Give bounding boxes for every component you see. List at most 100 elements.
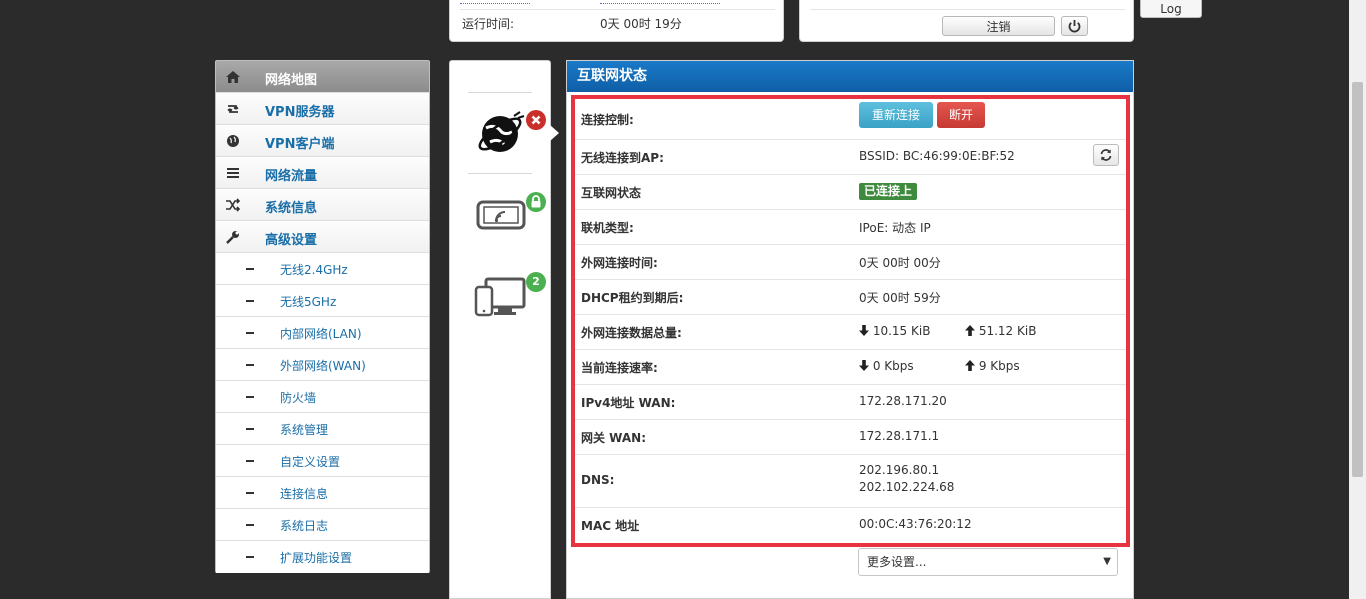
arrow-up-icon xyxy=(965,360,975,371)
logout-button[interactable]: 注销 xyxy=(942,16,1055,36)
table-row: 无线连接到AP: BSSID: BC:46:99:0E:BF:52 xyxy=(575,139,1126,175)
divider xyxy=(468,173,532,174)
sidebar-subitem-custom[interactable]: 自定义设置 xyxy=(216,445,429,477)
reboot-button[interactable] xyxy=(1061,16,1088,36)
table-row: 连接控制: 重新连接 断开 xyxy=(575,99,1126,140)
connection-type-value: IPoE: 动态 IP xyxy=(859,221,931,235)
table-row: 当前连接速率: 0 Kbps 9 Kbps xyxy=(575,349,1126,385)
dns-label: DNS: xyxy=(581,473,615,487)
close-icon xyxy=(531,115,541,125)
total-upload: 51.12 KiB xyxy=(965,324,1036,338)
total-upload-value: 51.12 KiB xyxy=(978,324,1037,338)
table-row: 互联网状态 已连接上 xyxy=(575,174,1126,210)
selection-arrow xyxy=(550,125,559,141)
shuffle-icon xyxy=(226,198,241,212)
dash-icon xyxy=(246,460,254,462)
page-scrollbar[interactable] xyxy=(1349,0,1366,599)
dns-primary: 202.196.80.1 xyxy=(859,463,940,477)
table-row: DHCP租约到期后: 0天 00时 59分 xyxy=(575,279,1126,315)
retweet-icon xyxy=(227,105,239,113)
sidebar-item-network-map[interactable]: 网络地图 xyxy=(216,61,429,93)
table-row: MAC 地址 00:0C:43:76:20:12 xyxy=(575,507,1126,543)
table-row: 外网连接时间: 0天 00时 00分 xyxy=(575,244,1126,280)
sidebar-item-advanced[interactable]: 高级设置 xyxy=(216,221,429,253)
sidebar-subitem-firewall[interactable]: 防火墙 xyxy=(216,381,429,413)
dash-icon xyxy=(246,300,254,302)
refresh-button[interactable] xyxy=(1093,144,1119,166)
client-devices-icon[interactable] xyxy=(474,277,526,317)
mac-label: MAC 地址 xyxy=(581,519,640,533)
sidebar-item-label: 网络流量 xyxy=(265,169,318,184)
sidebar-item-traffic[interactable]: 网络流量 xyxy=(216,157,429,189)
ipv4-label: IPv4地址 WAN: xyxy=(581,396,676,410)
sidebar-subitem-label: 扩展功能设置 xyxy=(280,551,353,565)
internet-globe-icon[interactable] xyxy=(474,108,526,160)
disconnect-button[interactable]: 断开 xyxy=(937,102,985,128)
table-row: IPv4地址 WAN: 172.28.171.20 xyxy=(575,384,1126,420)
sidebar-subitem-label: 外部网络(WAN) xyxy=(280,359,366,373)
wan-time-value: 0天 00时 00分 xyxy=(859,256,941,270)
dhcp-lease-value: 0天 00时 59分 xyxy=(859,291,941,305)
sidebar-subitem-wan[interactable]: 外部网络(WAN) xyxy=(216,349,429,381)
truncated-link xyxy=(460,1,530,4)
sidebar-item-label: 网络地图 xyxy=(265,73,318,88)
truncated-link xyxy=(600,1,720,4)
sidebar-subitem-syslog[interactable]: 系统日志 xyxy=(216,509,429,541)
sidebar-subitem-label: 内部网络(LAN) xyxy=(280,327,362,341)
sidebar-subitem-connections[interactable]: 连接信息 xyxy=(216,477,429,509)
sidebar-subitem-label: 防火墙 xyxy=(280,391,317,405)
total-data-label: 外网连接数据总量: xyxy=(581,326,682,340)
mac-value: 00:0C:43:76:20:12 xyxy=(859,517,972,531)
sidebar-subitem-wireless-24[interactable]: 无线2.4GHz xyxy=(216,253,429,285)
scrollbar-thumb[interactable] xyxy=(1352,82,1363,477)
divider xyxy=(810,9,1125,10)
sidebar-subitem-admin[interactable]: 系统管理 xyxy=(216,413,429,445)
sidebar-subitem-lan[interactable]: 内部网络(LAN) xyxy=(216,317,429,349)
dash-icon xyxy=(246,396,254,398)
rate-upload: 9 Kbps xyxy=(965,359,1020,373)
table-row: 外网连接数据总量: 10.15 KiB 51.12 KiB xyxy=(575,314,1126,350)
ap-label: 无线连接到AP: xyxy=(581,151,664,165)
dash-icon xyxy=(246,332,254,334)
log-button[interactable]: Log xyxy=(1140,0,1202,18)
status-badge: 已连接上 xyxy=(859,183,918,200)
ipv4-value: 172.28.171.20 xyxy=(859,394,947,408)
arrow-down-icon xyxy=(859,360,869,371)
lock-icon xyxy=(531,195,541,208)
uptime-value: 0天 00时 19分 xyxy=(600,17,682,31)
sidebar-item-vpn-server[interactable]: VPN服务器 xyxy=(216,93,429,125)
sidebar-subitem-extensions[interactable]: 扩展功能设置 xyxy=(216,541,429,573)
more-settings-select[interactable]: 更多设置... ▼ xyxy=(858,548,1118,576)
sidebar-subitem-wireless-5[interactable]: 无线5GHz xyxy=(216,285,429,317)
total-download-value: 10.15 KiB xyxy=(872,324,931,338)
sidebar-item-system-info[interactable]: 系统信息 xyxy=(216,189,429,221)
power-icon xyxy=(1068,20,1081,33)
rate-download-value: 0 Kbps xyxy=(872,359,914,373)
client-count-badge: 2 xyxy=(526,272,546,292)
sidebar-subitem-label: 无线2.4GHz xyxy=(280,263,348,277)
rate-label: 当前连接速率: xyxy=(581,361,658,375)
gateway-value: 172.28.171.1 xyxy=(859,429,940,443)
dash-icon xyxy=(246,492,254,494)
globe-icon xyxy=(227,135,239,147)
wireless-router-icon[interactable] xyxy=(476,199,526,231)
list-icon xyxy=(227,168,239,178)
divider xyxy=(468,92,532,93)
reconnect-button[interactable]: 重新连接 xyxy=(859,102,933,128)
arrow-up-icon xyxy=(965,325,975,336)
sidebar-item-label: VPN客户端 xyxy=(265,137,335,152)
dash-icon xyxy=(246,556,254,558)
rate-upload-value: 9 Kbps xyxy=(978,359,1020,373)
wan-time-label: 外网连接时间: xyxy=(581,256,658,270)
sidebar-subitem-label: 自定义设置 xyxy=(280,455,341,469)
panel-title: 互联网状态 xyxy=(567,61,1133,92)
table-row: 网关 WAN: 172.28.171.1 xyxy=(575,419,1126,455)
connection-type-label: 联机类型: xyxy=(581,221,634,235)
sidebar-subitem-label: 系统管理 xyxy=(280,423,329,437)
sidebar-item-vpn-client[interactable]: VPN客户端 xyxy=(216,125,429,157)
sidebar-item-label: 系统信息 xyxy=(265,201,318,216)
sidebar-menu: 网络地图 VPN服务器 VPN客户端 网络流量 系统信息 高级设置 无线2.4G… xyxy=(215,60,430,573)
table-row: 联机类型: IPoE: 动态 IP xyxy=(575,209,1126,245)
dhcp-lease-label: DHCP租约到期后: xyxy=(581,291,684,305)
chevron-down-icon: ▼ xyxy=(1103,556,1111,567)
